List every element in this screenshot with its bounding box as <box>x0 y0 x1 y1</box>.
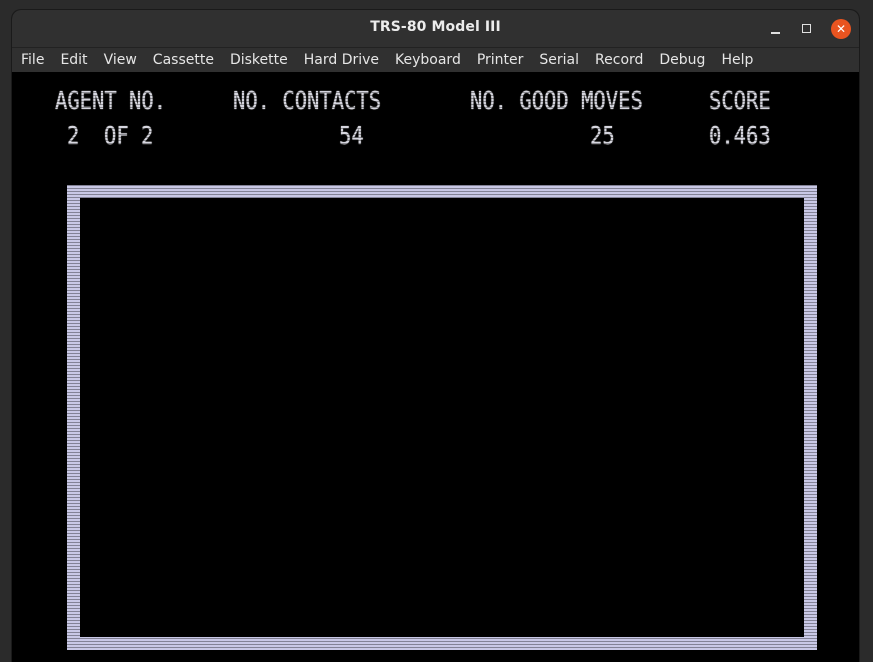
minimize-button[interactable] <box>766 19 786 39</box>
menu-hard-drive[interactable]: Hard Drive <box>296 48 387 72</box>
menu-keyboard[interactable]: Keyboard <box>387 48 469 72</box>
menu-diskette[interactable]: Diskette <box>222 48 296 72</box>
maximize-icon <box>802 24 811 33</box>
maximize-button[interactable] <box>797 19 817 39</box>
header-score: SCORE <box>709 86 771 115</box>
menu-debug[interactable]: Debug <box>651 48 713 72</box>
minimize-icon <box>771 32 780 34</box>
close-button[interactable]: ✕ <box>831 19 851 39</box>
emulator-window: TRS-80 Model III ✕ File Edit View Casset… <box>12 10 859 662</box>
close-icon: ✕ <box>835 22 847 36</box>
window-title: TRS-80 Model III <box>370 19 501 35</box>
menu-serial[interactable]: Serial <box>531 48 587 72</box>
menu-cassette[interactable]: Cassette <box>145 48 222 72</box>
value-agent-no: 2 OF 2 <box>67 121 154 150</box>
value-no-good-moves: 25 <box>590 121 615 150</box>
title-bar[interactable]: TRS-80 Model III ✕ <box>12 10 859 48</box>
header-no-good-moves: NO. GOOD MOVES <box>470 86 643 115</box>
header-agent-no: AGENT NO. <box>55 86 167 115</box>
emulator-screen[interactable]: AGENT NO. NO. CONTACTS NO. GOOD MOVES SC… <box>12 72 859 662</box>
menu-bar: File Edit View Cassette Diskette Hard Dr… <box>12 48 859 72</box>
menu-view[interactable]: View <box>96 48 145 72</box>
menu-printer[interactable]: Printer <box>469 48 532 72</box>
menu-record[interactable]: Record <box>587 48 651 72</box>
game-field-border <box>67 185 817 650</box>
menu-file[interactable]: File <box>12 48 52 72</box>
menu-edit[interactable]: Edit <box>52 48 95 72</box>
value-score: 0.463 <box>709 121 771 150</box>
value-no-contacts: 54 <box>339 121 364 150</box>
header-no-contacts: NO. CONTACTS <box>233 86 382 115</box>
menu-help[interactable]: Help <box>713 48 761 72</box>
